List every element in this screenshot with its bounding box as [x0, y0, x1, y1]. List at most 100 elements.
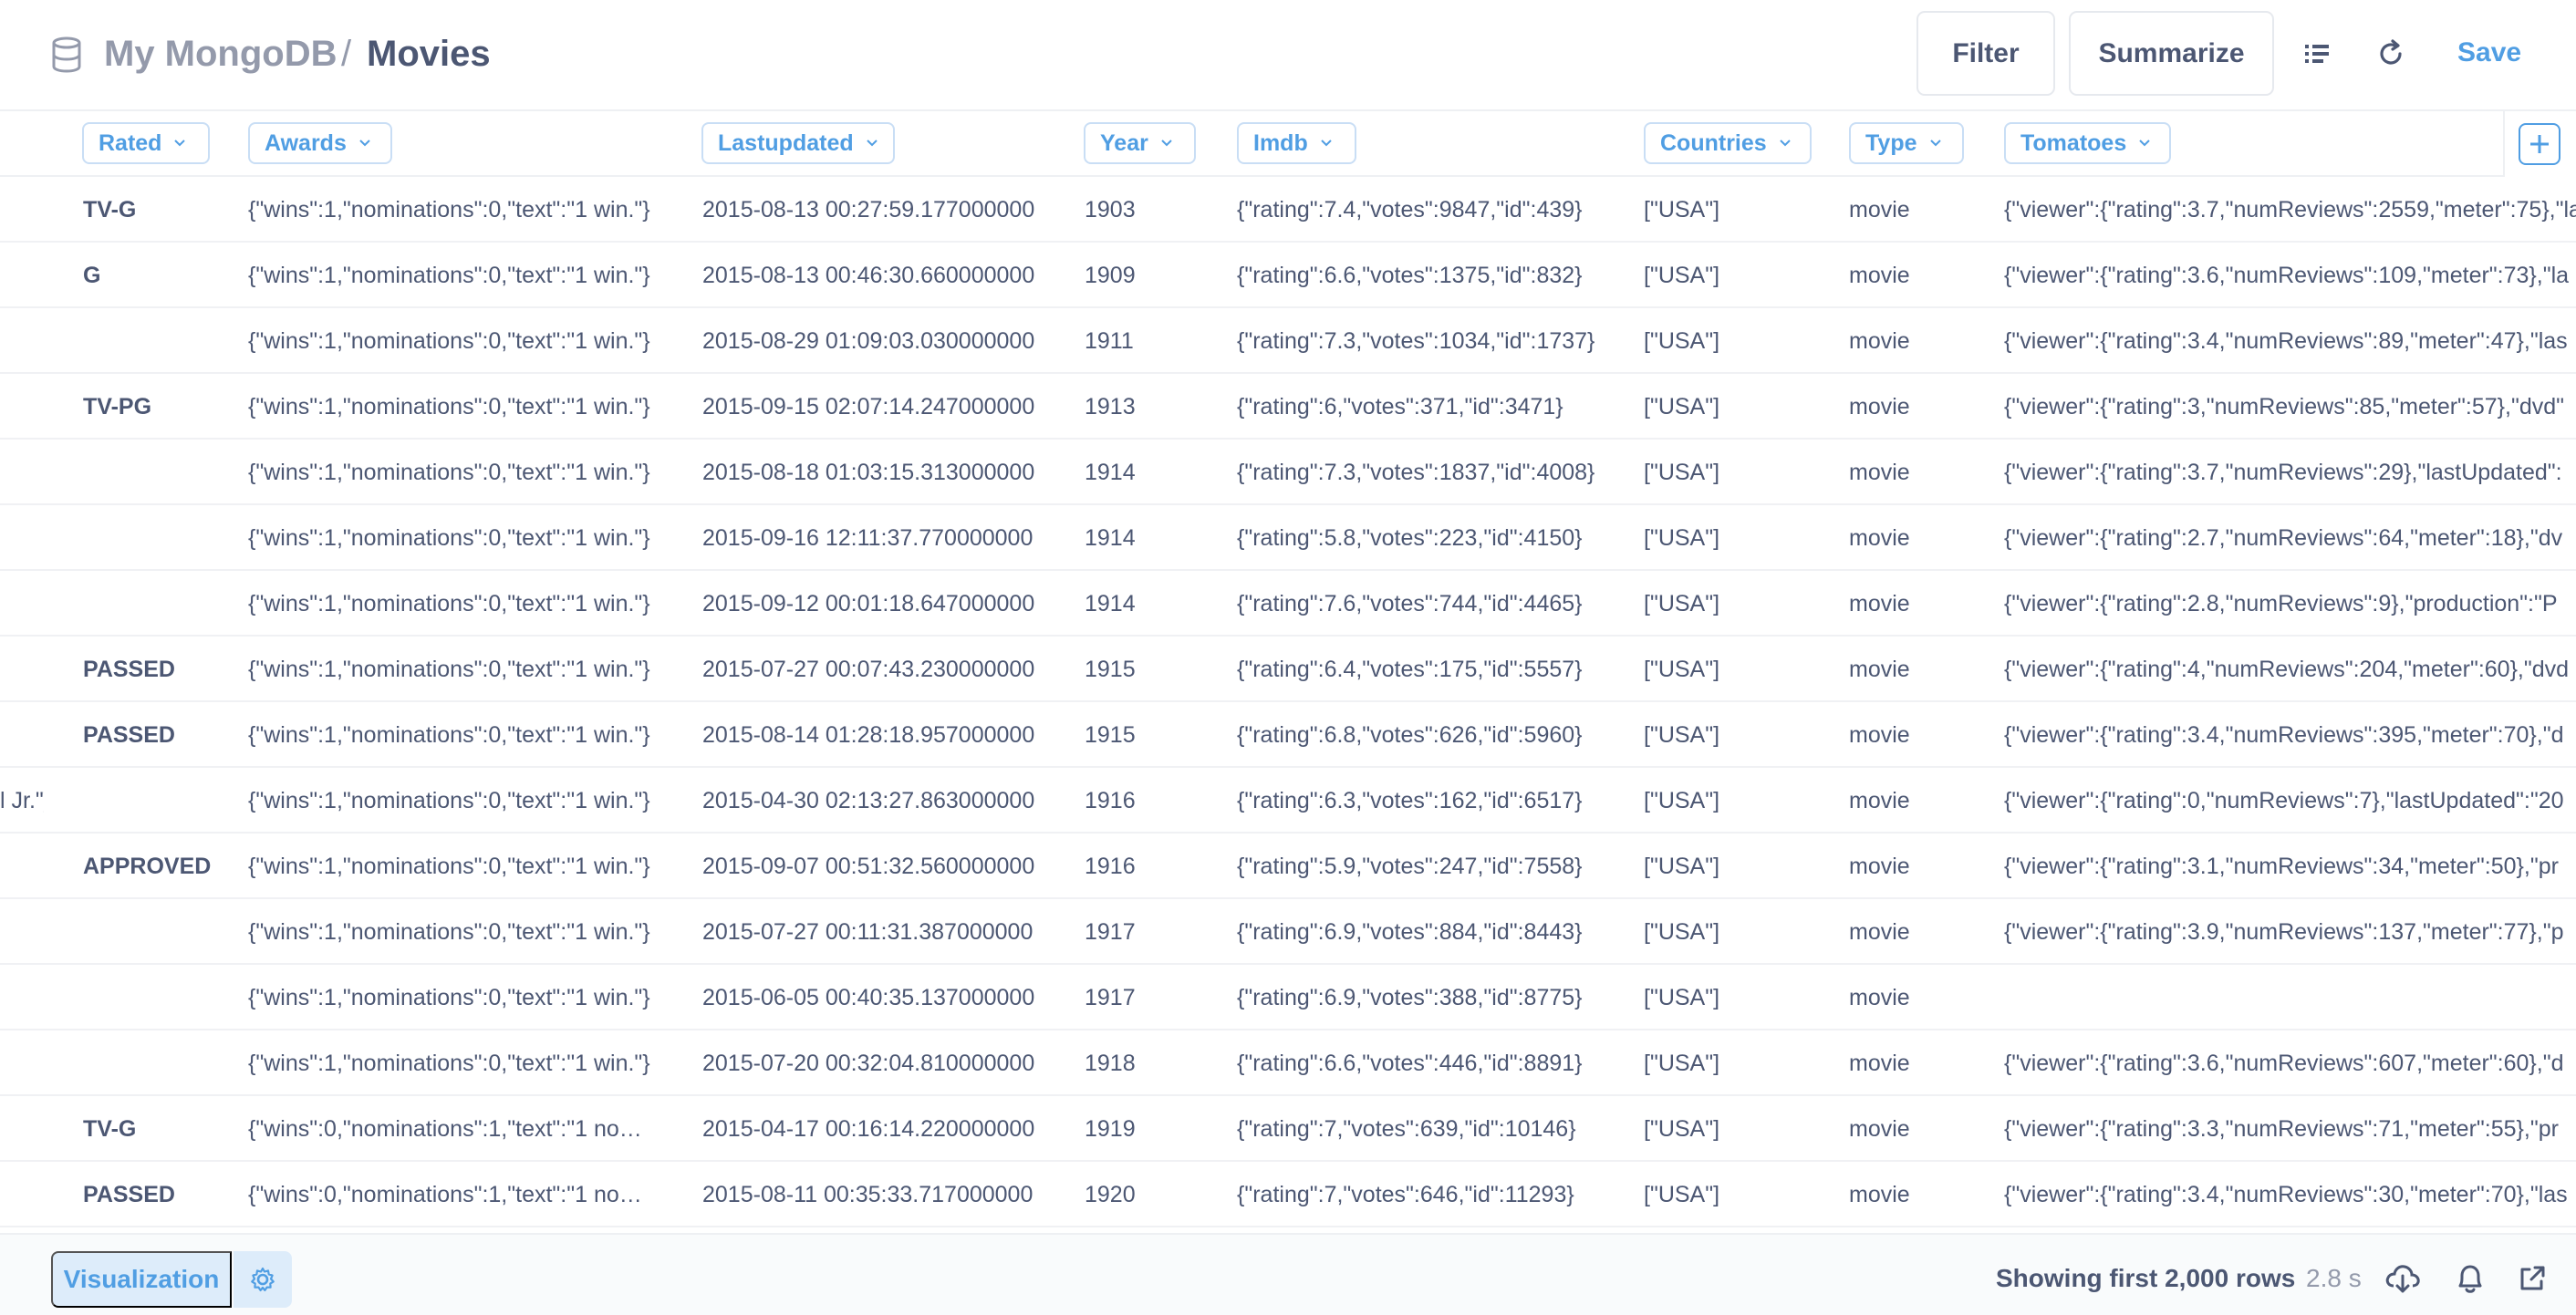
cell-previous-column[interactable] [0, 1162, 44, 1227]
cell-countries[interactable]: ["USA"] [1644, 243, 1826, 308]
cell-lastupdated[interactable]: 2015-08-14 01:28:18.957000000 [702, 702, 1067, 768]
cell-imdb[interactable]: {"rating":7,"votes":646,"id":11293} [1237, 1162, 1620, 1227]
cell-awards[interactable]: {"wins":1,"nominations":0,"text":"1 win.… [248, 440, 666, 505]
cell-lastupdated[interactable]: 2015-07-27 00:11:31.387000000 [702, 899, 1067, 965]
cell-previous-column[interactable] [0, 834, 44, 899]
cell-tomatoes[interactable]: {"viewer":{"rating":3.1,"numReviews":34,… [2004, 834, 2576, 899]
cell-tomatoes[interactable]: {"viewer":{"rating":3.4,"numReviews":89,… [2004, 308, 2576, 374]
cell-countries[interactable]: ["USA"] [1644, 702, 1826, 768]
column-header-countries[interactable]: Countries [1644, 122, 1812, 164]
cell-type[interactable]: movie [1849, 505, 1986, 571]
cell-previous-column[interactable] [0, 637, 44, 702]
cell-tomatoes[interactable]: {"viewer":{"rating":0,"numReviews":7},"l… [2004, 768, 2576, 834]
cell-year[interactable]: 1917 [1085, 965, 1176, 1030]
cell-tomatoes[interactable]: {"viewer":{"rating":3.3,"numReviews":71,… [2004, 1096, 2576, 1162]
cell-imdb[interactable]: {"rating":6.6,"votes":1375,"id":832} [1237, 243, 1620, 308]
cell-awards[interactable]: {"wins":1,"nominations":0,"text":"1 win.… [248, 374, 666, 440]
cell-previous-column[interactable] [0, 899, 44, 965]
cell-countries[interactable]: ["USA"] [1644, 899, 1826, 965]
list-icon[interactable] [2298, 34, 2338, 74]
breadcrumb-database[interactable]: My MongoDB [104, 27, 338, 80]
cell-tomatoes[interactable]: {"viewer":{"rating":3.7,"numReviews":255… [2004, 177, 2576, 243]
cell-type[interactable]: movie [1849, 440, 1986, 505]
cell-year[interactable]: 1919 [1085, 1096, 1176, 1162]
cell-awards[interactable]: {"wins":1,"nominations":0,"text":"1 win.… [248, 637, 666, 702]
table-row[interactable]: l Jr."] {"wins":1,"nominations":0,"text":… [0, 768, 2576, 834]
cell-awards[interactable]: {"wins":0,"nominations":1,"text":"1 no… [248, 1096, 666, 1162]
column-header-type[interactable]: Type [1849, 122, 1964, 164]
cell-type[interactable]: movie [1849, 1096, 1986, 1162]
cell-lastupdated[interactable]: 2015-07-27 00:07:43.230000000 [702, 637, 1067, 702]
cell-type[interactable]: movie [1849, 374, 1986, 440]
cell-imdb[interactable]: {"rating":5.9,"votes":247,"id":7558} [1237, 834, 1620, 899]
summarize-button[interactable]: Summarize [2069, 11, 2274, 96]
filter-button[interactable]: Filter [1916, 11, 2055, 96]
cell-lastupdated[interactable]: 2015-07-20 00:32:04.810000000 [702, 1030, 1067, 1096]
cell-rated[interactable]: TV-G [83, 1096, 238, 1162]
expand-icon[interactable] [2513, 1259, 2551, 1298]
cell-type[interactable]: movie [1849, 308, 1986, 374]
cell-rated[interactable]: PASSED [83, 1162, 238, 1227]
cell-type[interactable]: movie [1849, 768, 1986, 834]
cell-lastupdated[interactable]: 2015-09-16 12:11:37.770000000 [702, 505, 1067, 571]
cell-countries[interactable]: ["USA"] [1644, 177, 1826, 243]
cell-rated[interactable] [83, 440, 238, 505]
settings-button[interactable] [234, 1251, 292, 1308]
table-row[interactable]: PASSED {"wins":1,"nominations":0,"text":"… [0, 637, 2576, 702]
bell-icon[interactable] [2451, 1259, 2489, 1298]
cell-previous-column[interactable] [0, 243, 44, 308]
cell-previous-column[interactable] [0, 1096, 44, 1162]
cell-previous-column[interactable] [0, 1030, 44, 1096]
cell-type[interactable]: movie [1849, 702, 1986, 768]
table-row[interactable]: PASSED {"wins":1,"nominations":0,"text":"… [0, 702, 2576, 768]
visualization-button[interactable]: Visualization [51, 1251, 232, 1308]
cell-tomatoes[interactable] [2004, 965, 2576, 1030]
cell-countries[interactable]: ["USA"] [1644, 505, 1826, 571]
cell-type[interactable]: movie [1849, 965, 1986, 1030]
cell-previous-column[interactable] [0, 702, 44, 768]
cell-rated[interactable]: PASSED [83, 702, 238, 768]
table-row[interactable]: {"wins":1,"nominations":0,"text":"1 win.… [0, 899, 2576, 965]
cell-year[interactable]: 1920 [1085, 1162, 1176, 1227]
cell-previous-column[interactable] [0, 965, 44, 1030]
cell-year[interactable]: 1914 [1085, 571, 1176, 637]
page-title[interactable]: Movies [367, 27, 491, 80]
cell-year[interactable]: 1915 [1085, 637, 1176, 702]
column-header-tomatoes[interactable]: Tomatoes [2004, 122, 2171, 164]
cell-imdb[interactable]: {"rating":6.6,"votes":446,"id":8891} [1237, 1030, 1620, 1096]
cell-year[interactable]: 1916 [1085, 834, 1176, 899]
cell-imdb[interactable]: {"rating":7.3,"votes":1837,"id":4008} [1237, 440, 1620, 505]
cell-type[interactable]: movie [1849, 1162, 1986, 1227]
cell-imdb[interactable]: {"rating":7.4,"votes":9847,"id":439} [1237, 177, 1620, 243]
cell-lastupdated[interactable]: 2015-08-29 01:09:03.030000000 [702, 308, 1067, 374]
table-row[interactable]: TV-G {"wins":0,"nominations":1,"text":"1 … [0, 1096, 2576, 1162]
cell-previous-column[interactable] [0, 440, 44, 505]
cell-rated[interactable] [83, 308, 238, 374]
cell-tomatoes[interactable]: {"viewer":{"rating":3.6,"numReviews":607… [2004, 1030, 2576, 1096]
cell-rated[interactable]: PASSED [83, 637, 238, 702]
cell-year[interactable]: 1916 [1085, 768, 1176, 834]
cell-awards[interactable]: {"wins":1,"nominations":0,"text":"1 win.… [248, 243, 666, 308]
cell-awards[interactable]: {"wins":1,"nominations":0,"text":"1 win.… [248, 571, 666, 637]
cell-imdb[interactable]: {"rating":6.9,"votes":884,"id":8443} [1237, 899, 1620, 965]
cell-tomatoes[interactable]: {"viewer":{"rating":3,"numReviews":85,"m… [2004, 374, 2576, 440]
cell-rated[interactable] [83, 768, 238, 834]
cell-tomatoes[interactable]: {"viewer":{"rating":2.8,"numReviews":9},… [2004, 571, 2576, 637]
cell-lastupdated[interactable]: 2015-04-17 00:16:14.220000000 [702, 1096, 1067, 1162]
cell-countries[interactable]: ["USA"] [1644, 1096, 1826, 1162]
cell-awards[interactable]: {"wins":1,"nominations":0,"text":"1 win.… [248, 177, 666, 243]
cell-previous-column[interactable] [0, 571, 44, 637]
cell-rated[interactable]: APPROVED [83, 834, 238, 899]
cell-rated[interactable] [83, 505, 238, 571]
cell-year[interactable]: 1914 [1085, 505, 1176, 571]
cell-tomatoes[interactable]: {"viewer":{"rating":4,"numReviews":204,"… [2004, 637, 2576, 702]
cell-rated[interactable] [83, 899, 238, 965]
cell-countries[interactable]: ["USA"] [1644, 440, 1826, 505]
cell-rated[interactable] [83, 571, 238, 637]
table-row[interactable]: {"wins":1,"nominations":0,"text":"1 win.… [0, 571, 2576, 637]
cell-rated[interactable] [83, 1030, 238, 1096]
cell-awards[interactable]: {"wins":1,"nominations":0,"text":"1 win.… [248, 505, 666, 571]
cell-imdb[interactable]: {"rating":7.3,"votes":1034,"id":1737} [1237, 308, 1620, 374]
cell-imdb[interactable]: {"rating":6,"votes":371,"id":3471} [1237, 374, 1620, 440]
column-header-rated[interactable]: Rated [82, 122, 210, 164]
